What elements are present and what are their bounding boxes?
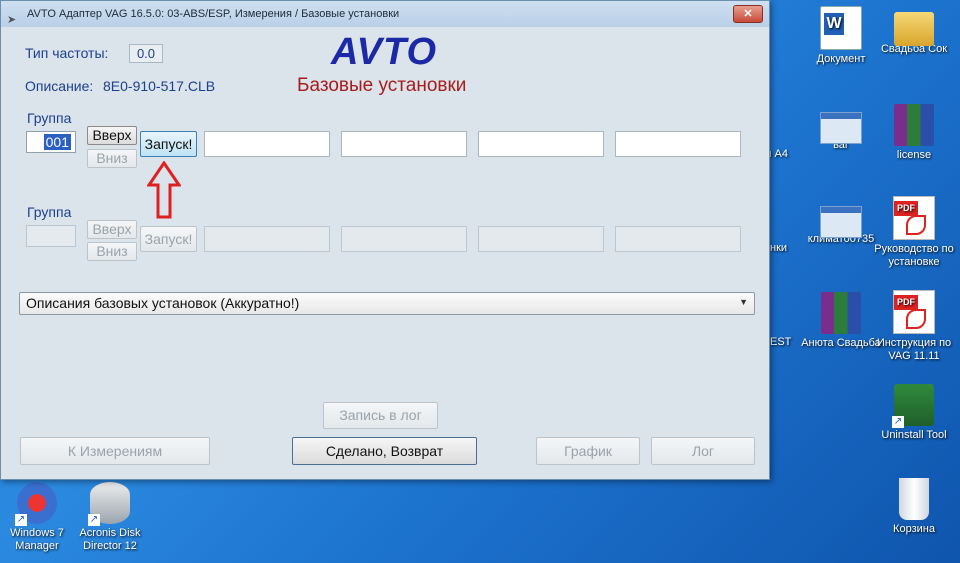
desktop-icon-recycle-bin[interactable]: Корзина	[871, 478, 957, 536]
group2-label: Группа	[27, 204, 72, 220]
chevron-down-icon: ▼	[739, 297, 748, 307]
group1-value: 001	[43, 134, 71, 150]
uninstall-tool-icon	[892, 384, 934, 428]
done-back-button[interactable]: Сделано, Возврат	[292, 437, 477, 465]
desktop-icon-license[interactable]: license	[871, 104, 957, 162]
desktop-icon-manual[interactable]: Руководство по установке	[871, 196, 957, 269]
window-file-icon	[820, 206, 862, 238]
group2-field-1	[204, 226, 330, 252]
page-subtitle: Базовые установки	[297, 75, 467, 96]
group2-up-button[interactable]: Вверх	[87, 220, 137, 239]
freq-type-value: 0.0	[129, 44, 163, 63]
recycle-bin-icon	[899, 478, 929, 520]
desktop-icon-label: EST	[770, 336, 792, 348]
window-file-icon	[820, 112, 862, 144]
desktop-icon-label: Uninstall Tool	[881, 429, 947, 441]
desktop-icon-label: license	[896, 149, 932, 161]
description-label: Описание:	[25, 78, 94, 94]
window-client: Тип частоты: 0.0 Описание: 8E0-910-517.C…	[1, 27, 769, 479]
title-bar[interactable]: ➤ AVTO Адаптер VAG 16.5.0: 03-ABS/ESP, И…	[1, 1, 769, 28]
desktop-icon-partial-3[interactable]: нки	[770, 242, 800, 255]
basic-settings-dropdown[interactable]: Описания базовых установок (Аккуратно!) …	[19, 292, 755, 315]
desktop-icon-vag-instruction[interactable]: Инструкция по VAG 11.11	[871, 290, 957, 363]
desktop-icon-label: Acronis Disk Director 12	[79, 527, 141, 552]
dropdown-selected-value: Описания базовых установок (Аккуратно!)	[26, 295, 300, 311]
group2-field-2	[341, 226, 467, 252]
group1-up-button[interactable]: Вверх	[87, 126, 137, 145]
record-log-button[interactable]: Запись в лог	[323, 402, 438, 429]
desktop-icon-wedding-folder[interactable]: Свадьба Сок	[871, 6, 957, 56]
graph-button[interactable]: График	[536, 437, 640, 465]
brand-logo: AVTO	[331, 31, 438, 73]
group1-start-button[interactable]: Запуск!	[140, 131, 197, 157]
group2-field-4	[615, 226, 741, 252]
group1-field-4	[615, 131, 741, 157]
group2-start-button[interactable]: Запуск!	[140, 226, 197, 252]
desktop-icon-partial-4[interactable]: EST	[770, 336, 800, 349]
group1-input[interactable]: 001	[26, 131, 76, 153]
folder-icon	[894, 12, 934, 46]
window-title: AVTO Адаптер VAG 16.5.0: 03-ABS/ESP, Изм…	[27, 8, 400, 20]
group1-label: Группа	[27, 110, 72, 126]
to-measurements-button[interactable]: К Измерениям	[20, 437, 210, 465]
group1-field-3	[478, 131, 604, 157]
log-button[interactable]: Лог	[651, 437, 755, 465]
freq-type-label: Тип частоты:	[25, 45, 109, 61]
red-arrow-up-icon	[147, 161, 181, 219]
group2-down-button[interactable]: Вниз	[87, 242, 137, 261]
desktop-icon-label: Корзина	[893, 523, 935, 535]
desktop-icon-acronis[interactable]: Acronis Disk Director 12	[67, 482, 153, 553]
group2-input[interactable]	[26, 225, 76, 247]
disk-icon	[88, 482, 130, 526]
description-value: 8E0-910-517.CLB	[103, 78, 216, 94]
word-document-icon	[820, 6, 862, 50]
desktop-icon-label: Инструкция по VAG 11.11	[876, 337, 952, 362]
group1-field-1	[204, 131, 330, 157]
desktop-icon-uninstall-tool[interactable]: Uninstall Tool	[871, 384, 957, 442]
tools-icon	[15, 482, 57, 526]
app-window: ➤ AVTO Адаптер VAG 16.5.0: 03-ABS/ESP, И…	[0, 0, 770, 480]
desktop-icon-label: нки	[770, 242, 788, 254]
pdf-icon	[893, 290, 935, 334]
close-button[interactable]: ✕	[733, 5, 763, 23]
winrar-archive-icon	[894, 104, 934, 146]
group1-field-2	[341, 131, 467, 157]
winrar-archive-icon	[821, 292, 861, 334]
group2-field-3	[478, 226, 604, 252]
group1-down-button[interactable]: Вниз	[87, 149, 137, 168]
desktop-icon-label: Руководство по установке	[874, 243, 954, 268]
pdf-icon	[893, 196, 935, 240]
